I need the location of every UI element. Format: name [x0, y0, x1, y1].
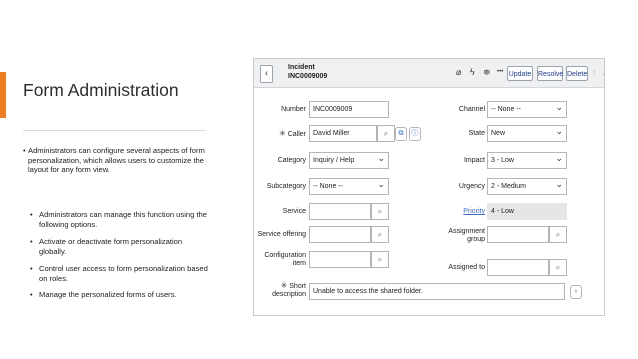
bullet-dot: • — [30, 237, 33, 246]
caller-search-icon[interactable]: ⌕ — [377, 125, 395, 142]
category-label: Category — [277, 157, 306, 164]
intro-bullet: • Administrators can configure several a… — [23, 146, 208, 175]
share-icon[interactable]: ⧉ — [395, 127, 407, 141]
service-search-icon[interactable]: ⌕ — [371, 203, 389, 220]
delete-button[interactable]: Delete — [566, 66, 588, 81]
activity-icon[interactable]: ϟ — [470, 67, 475, 77]
bullet-item: • Administrators can manage this functio… — [23, 210, 208, 229]
resolve-button[interactable]: Resolve — [537, 66, 563, 81]
bullet-text: Administrators can manage this function … — [39, 210, 207, 229]
form-header: ‹ Incident INC0009009 ⌀ ϟ ≑ ••• Update R… — [254, 59, 604, 88]
bullet-dot: • — [30, 290, 33, 299]
urgency-select[interactable]: 2 - Medium — [487, 178, 567, 195]
bullet-item: • Activate or deactivate form personaliz… — [23, 237, 208, 256]
record-number: INC0009009 — [288, 73, 328, 80]
short-description-field[interactable]: Unable to access the shared folder. — [309, 283, 565, 300]
bullet-text: Manage the personalized forms of users. — [39, 290, 177, 299]
caller-field[interactable]: David Miller — [309, 125, 377, 142]
mandatory-icon: ✳ — [279, 129, 286, 138]
intro-bullet-text: Administrators can configure several asp… — [28, 146, 205, 175]
impact-select[interactable]: 3 - Low — [487, 152, 567, 169]
bullet-item: • Manage the personalized forms of users… — [23, 290, 208, 300]
assignment-group-label: Assignment group — [448, 228, 485, 243]
slide-title: Form Administration — [23, 80, 179, 100]
number-field[interactable]: INC0009009 — [309, 101, 389, 118]
assigned-to-search-icon[interactable]: ⌕ — [549, 259, 567, 276]
bullet-dot: • — [30, 264, 33, 273]
caller-label: ✳ Caller — [254, 130, 306, 139]
assignment-group-search-icon[interactable]: ⌕ — [549, 226, 567, 243]
channel-select[interactable]: -- None -- — [487, 101, 567, 118]
configuration-item-search-icon[interactable]: ⌕ — [371, 251, 389, 268]
bullet-text: Activate or deactivate form personalizat… — [39, 237, 183, 256]
service-offering-search-icon[interactable]: ⌕ — [371, 226, 389, 243]
configuration-item-field[interactable] — [309, 251, 371, 268]
service-label: Service — [282, 208, 306, 215]
service-field[interactable] — [309, 203, 371, 220]
bullet-text: Control user access to form personalizat… — [39, 264, 208, 283]
short-description-label-text: Short description — [272, 283, 306, 298]
priority-field: 4 - Low — [487, 203, 567, 220]
record-type: Incident — [288, 64, 315, 71]
impact-label: Impact — [463, 157, 485, 164]
bullet-dot: • — [30, 210, 33, 219]
update-button[interactable]: Update — [507, 66, 533, 81]
title-divider — [23, 130, 206, 131]
assigned-to-field[interactable] — [487, 259, 549, 276]
state-label: State — [468, 130, 485, 137]
short-description-label: ✳ Short description — [254, 282, 306, 299]
suggestion-icon[interactable]: ♁ — [570, 285, 582, 299]
attachment-icon[interactable]: ⌀ — [456, 67, 461, 78]
caller-label-text: Caller — [287, 131, 306, 138]
info-icon[interactable]: ⓘ — [409, 127, 421, 141]
configuration-item-label: Configuration item — [264, 252, 306, 267]
subcategory-label: Subcategory — [266, 183, 306, 190]
channel-label: Channel — [458, 106, 485, 113]
mandatory-icon: ✳ — [280, 281, 288, 290]
back-icon[interactable]: ‹ — [260, 65, 273, 83]
service-offering-field[interactable] — [309, 226, 371, 243]
next-record-icon[interactable]: ↓ — [602, 67, 604, 77]
state-select[interactable]: New — [487, 125, 567, 142]
more-icon[interactable]: ••• — [497, 69, 503, 75]
bullet-dot: • — [23, 146, 26, 155]
bullet-item: • Control user access to form personaliz… — [23, 264, 208, 283]
assignment-group-field[interactable] — [487, 226, 549, 243]
priority-link[interactable]: Priority — [436, 208, 485, 216]
subcategory-select[interactable]: -- None -- — [309, 178, 389, 195]
previous-record-icon[interactable]: ↑ — [592, 67, 597, 77]
assigned-to-label: Assigned to — [448, 264, 485, 271]
settings-icon[interactable]: ≑ — [483, 67, 491, 78]
incident-form-screenshot: ‹ Incident INC0009009 ⌀ ϟ ≑ ••• Update R… — [253, 58, 605, 316]
urgency-label: Urgency — [458, 183, 485, 190]
number-label: Number — [281, 106, 306, 113]
category-select[interactable]: Inquiry / Help — [309, 152, 389, 169]
title-accent-bar — [0, 72, 6, 118]
service-offering-label: Service offering — [257, 231, 306, 238]
